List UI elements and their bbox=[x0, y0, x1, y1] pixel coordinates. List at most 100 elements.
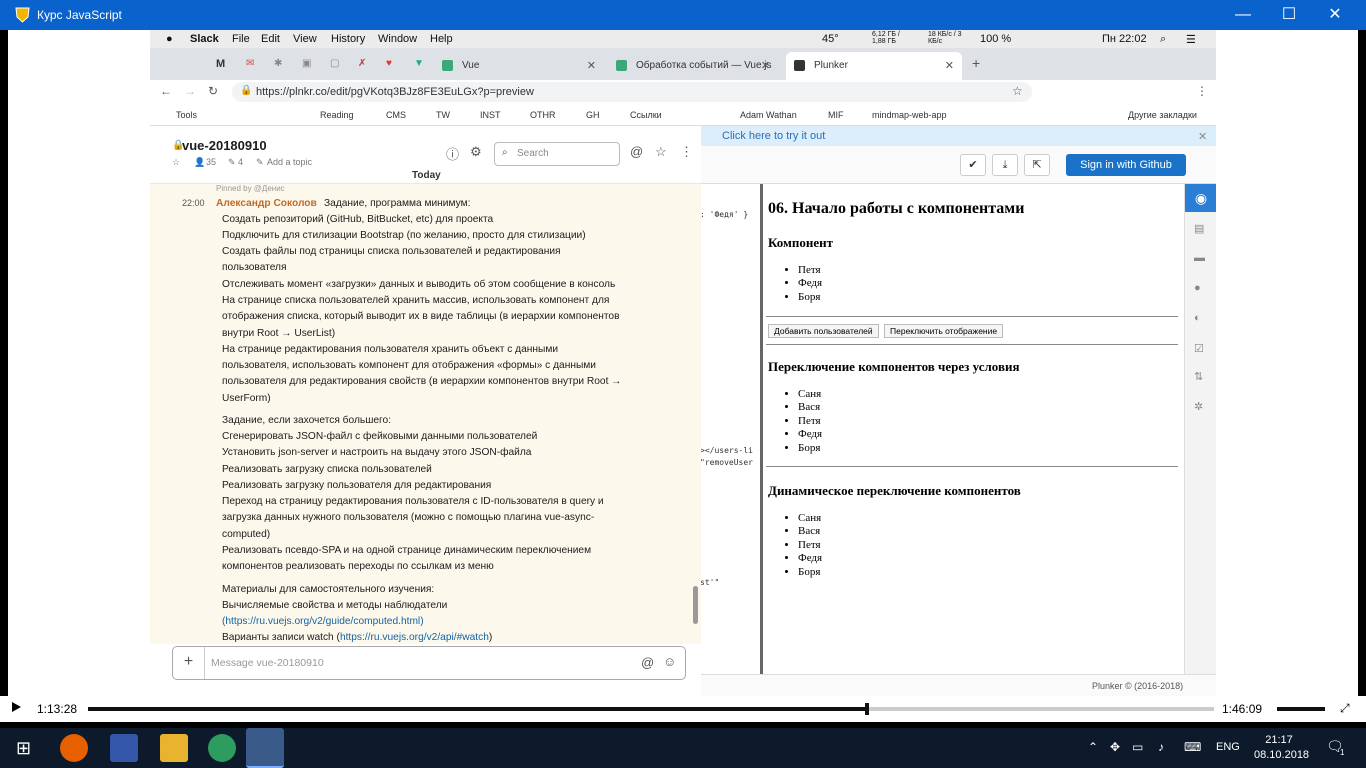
network-icon[interactable]: ▭ bbox=[1132, 740, 1143, 754]
bookmark-item[interactable]: INST bbox=[480, 110, 501, 120]
url-input[interactable]: 🔒 https://plnkr.co/edit/pgVKotq3BJz8FE3E… bbox=[232, 82, 1032, 102]
scrollbar-thumb[interactable] bbox=[693, 586, 698, 624]
bookmark-item[interactable]: Adam Wathan bbox=[740, 110, 797, 120]
toggle-view-button[interactable]: Переключить отображение bbox=[884, 324, 1004, 338]
close-button[interactable]: ✕ bbox=[1312, 0, 1358, 30]
language-indicator[interactable]: ENG bbox=[1216, 741, 1240, 753]
mention-icon[interactable]: @ bbox=[641, 655, 654, 670]
reload-icon[interactable]: ↻ bbox=[208, 84, 218, 98]
plunker-banner[interactable]: Click here to try it out ✕ bbox=[700, 126, 1216, 146]
download-icon[interactable]: ⤓ bbox=[992, 154, 1018, 176]
tab-close-icon[interactable]: ✕ bbox=[945, 59, 954, 72]
mac-menu-window[interactable]: Window bbox=[378, 33, 417, 45]
video-frame[interactable]: ● Slack File Edit View History Window He… bbox=[150, 30, 1216, 696]
palette-icon[interactable]: ◐ bbox=[1194, 312, 1208, 324]
checklist-icon[interactable]: ☑ bbox=[1194, 342, 1208, 355]
mac-menu-history[interactable]: History bbox=[331, 33, 365, 45]
mac-menu-file[interactable]: File bbox=[232, 33, 250, 45]
message-list[interactable]: Pinned by @Денис 22:00 Александр Соколов… bbox=[150, 184, 701, 644]
vue-pinned-tab-icon[interactable]: ▼ bbox=[414, 58, 424, 69]
menu-list-icon[interactable]: ☰ bbox=[1186, 33, 1196, 46]
keyboard-icon[interactable]: ⌨ bbox=[1184, 740, 1201, 754]
members-icon[interactable]: 👤 bbox=[194, 157, 205, 168]
mac-menu-help[interactable]: Help bbox=[430, 33, 453, 45]
bookmark-other[interactable]: Другие закладки bbox=[1128, 110, 1197, 120]
save-app-icon[interactable] bbox=[110, 734, 138, 762]
chrome-menu-icon[interactable]: ⋮ bbox=[1196, 84, 1208, 98]
mac-menu-view[interactable]: View bbox=[293, 33, 317, 45]
taskbar-clock[interactable]: 21:17 08.10.2018 bbox=[1254, 733, 1309, 763]
channel-name[interactable]: vue-20180910 bbox=[182, 138, 267, 153]
tab-plunker[interactable]: Plunker ✕ bbox=[786, 52, 962, 80]
bookmark-item[interactable]: Reading bbox=[320, 110, 354, 120]
bookmark-item[interactable]: MIF bbox=[828, 110, 844, 120]
volume-slider[interactable] bbox=[1277, 707, 1325, 711]
star-icon[interactable]: ☆ bbox=[172, 157, 180, 168]
pin-icon[interactable]: ✎ bbox=[228, 157, 236, 168]
add-topic-link[interactable]: Add a topic bbox=[267, 157, 312, 167]
settings-gear-icon[interactable]: ✲ bbox=[1194, 400, 1208, 413]
bookmark-item[interactable]: OTHR bbox=[530, 110, 556, 120]
pinned-tab-icon[interactable]: ▢ bbox=[330, 58, 339, 69]
save-icon[interactable]: ✔ bbox=[960, 154, 986, 176]
message-author[interactable]: Александр Соколов bbox=[216, 198, 317, 209]
windows-start-icon[interactable]: ⊞ bbox=[16, 738, 31, 759]
bookmark-item[interactable]: TW bbox=[436, 110, 450, 120]
bookmark-star-icon[interactable]: ☆ bbox=[1012, 84, 1023, 98]
add-users-button[interactable]: Добавить пользователей bbox=[768, 324, 879, 338]
new-tab-icon[interactable]: + bbox=[972, 55, 980, 71]
preview-eye-icon[interactable]: ◉ bbox=[1185, 184, 1216, 212]
tray-expand-icon[interactable]: ⌃ bbox=[1088, 740, 1098, 754]
firefox-icon[interactable] bbox=[60, 734, 88, 762]
files-icon[interactable]: ▤ bbox=[1194, 222, 1208, 235]
gmail-pinned-tab-icon[interactable]: M bbox=[216, 58, 225, 70]
bookmark-item[interactable]: GH bbox=[586, 110, 600, 120]
open-external-icon[interactable]: ⇱ bbox=[1024, 154, 1050, 176]
bookmark-item[interactable]: Ссылки bbox=[630, 110, 662, 120]
back-icon[interactable]: ← bbox=[160, 84, 172, 98]
apple-icon[interactable]: ● bbox=[166, 33, 173, 45]
atom-app-icon[interactable] bbox=[208, 734, 236, 762]
file-explorer-icon[interactable] bbox=[160, 734, 188, 762]
bookmark-item[interactable]: mindmap-web-app bbox=[872, 110, 947, 120]
info-icon[interactable]: ⓘ bbox=[446, 144, 459, 163]
play-icon[interactable] bbox=[12, 702, 21, 712]
fullscreen-icon[interactable]: ⤢ bbox=[1340, 701, 1350, 716]
search-input[interactable]: ⌕ Search bbox=[494, 142, 620, 166]
pocket-tab-icon[interactable]: ♥ bbox=[386, 58, 392, 69]
emoji-icon[interactable]: ☺ bbox=[663, 654, 676, 669]
pins-count[interactable]: 4 bbox=[238, 157, 243, 167]
message-link[interactable]: (https://ru.vuejs.org/v2/guide/computed.… bbox=[222, 616, 424, 627]
volume-icon[interactable]: ♪ bbox=[1158, 740, 1164, 754]
tab-vue[interactable]: Vue ✕ bbox=[434, 52, 604, 80]
packages-icon[interactable]: ▬ bbox=[1194, 252, 1208, 264]
pinned-tab-icon[interactable]: ▣ bbox=[302, 58, 311, 69]
forward-icon[interactable]: → bbox=[184, 84, 196, 98]
tab-close-icon[interactable]: ✕ bbox=[587, 59, 596, 72]
seek-bar[interactable] bbox=[88, 703, 1214, 715]
message-timestamp[interactable]: 22:00 bbox=[182, 198, 205, 208]
sync-icon[interactable]: ⇅ bbox=[1194, 370, 1208, 383]
sign-in-github-button[interactable]: Sign in with Github bbox=[1066, 154, 1186, 176]
tab-events[interactable]: Обработка событий — Vue.js ✕ bbox=[608, 52, 778, 80]
members-count[interactable]: 35 bbox=[206, 157, 216, 167]
attach-plus-icon[interactable]: + bbox=[173, 647, 205, 679]
course-app-icon[interactable] bbox=[246, 728, 284, 768]
more-icon[interactable]: ⋮ bbox=[680, 144, 693, 160]
bookmark-item[interactable]: CMS bbox=[386, 110, 406, 120]
mac-app-name[interactable]: Slack bbox=[190, 33, 219, 45]
pinned-tab-icon[interactable]: ✗ bbox=[358, 58, 366, 69]
comments-icon[interactable]: ● bbox=[1194, 282, 1208, 294]
banner-close-icon[interactable]: ✕ bbox=[1198, 130, 1207, 143]
seek-handle[interactable] bbox=[865, 703, 870, 715]
dropbox-icon[interactable]: ✥ bbox=[1110, 740, 1120, 754]
tab-close-icon[interactable]: ✕ bbox=[761, 59, 770, 72]
message-link[interactable]: https://ru.vuejs.org/v2/api/#watch bbox=[340, 632, 489, 643]
mentions-icon[interactable]: @ bbox=[630, 144, 643, 159]
message-composer[interactable]: + Message vue-20180910 @ ☺ bbox=[172, 646, 686, 680]
pinned-tab-icon[interactable]: ✱ bbox=[274, 58, 282, 69]
settings-gear-icon[interactable]: ⚙ bbox=[470, 144, 482, 160]
maximize-button[interactable]: ☐ bbox=[1266, 0, 1312, 30]
pinned-tab-icon[interactable]: ✉ bbox=[246, 58, 254, 69]
mac-menu-edit[interactable]: Edit bbox=[261, 33, 280, 45]
